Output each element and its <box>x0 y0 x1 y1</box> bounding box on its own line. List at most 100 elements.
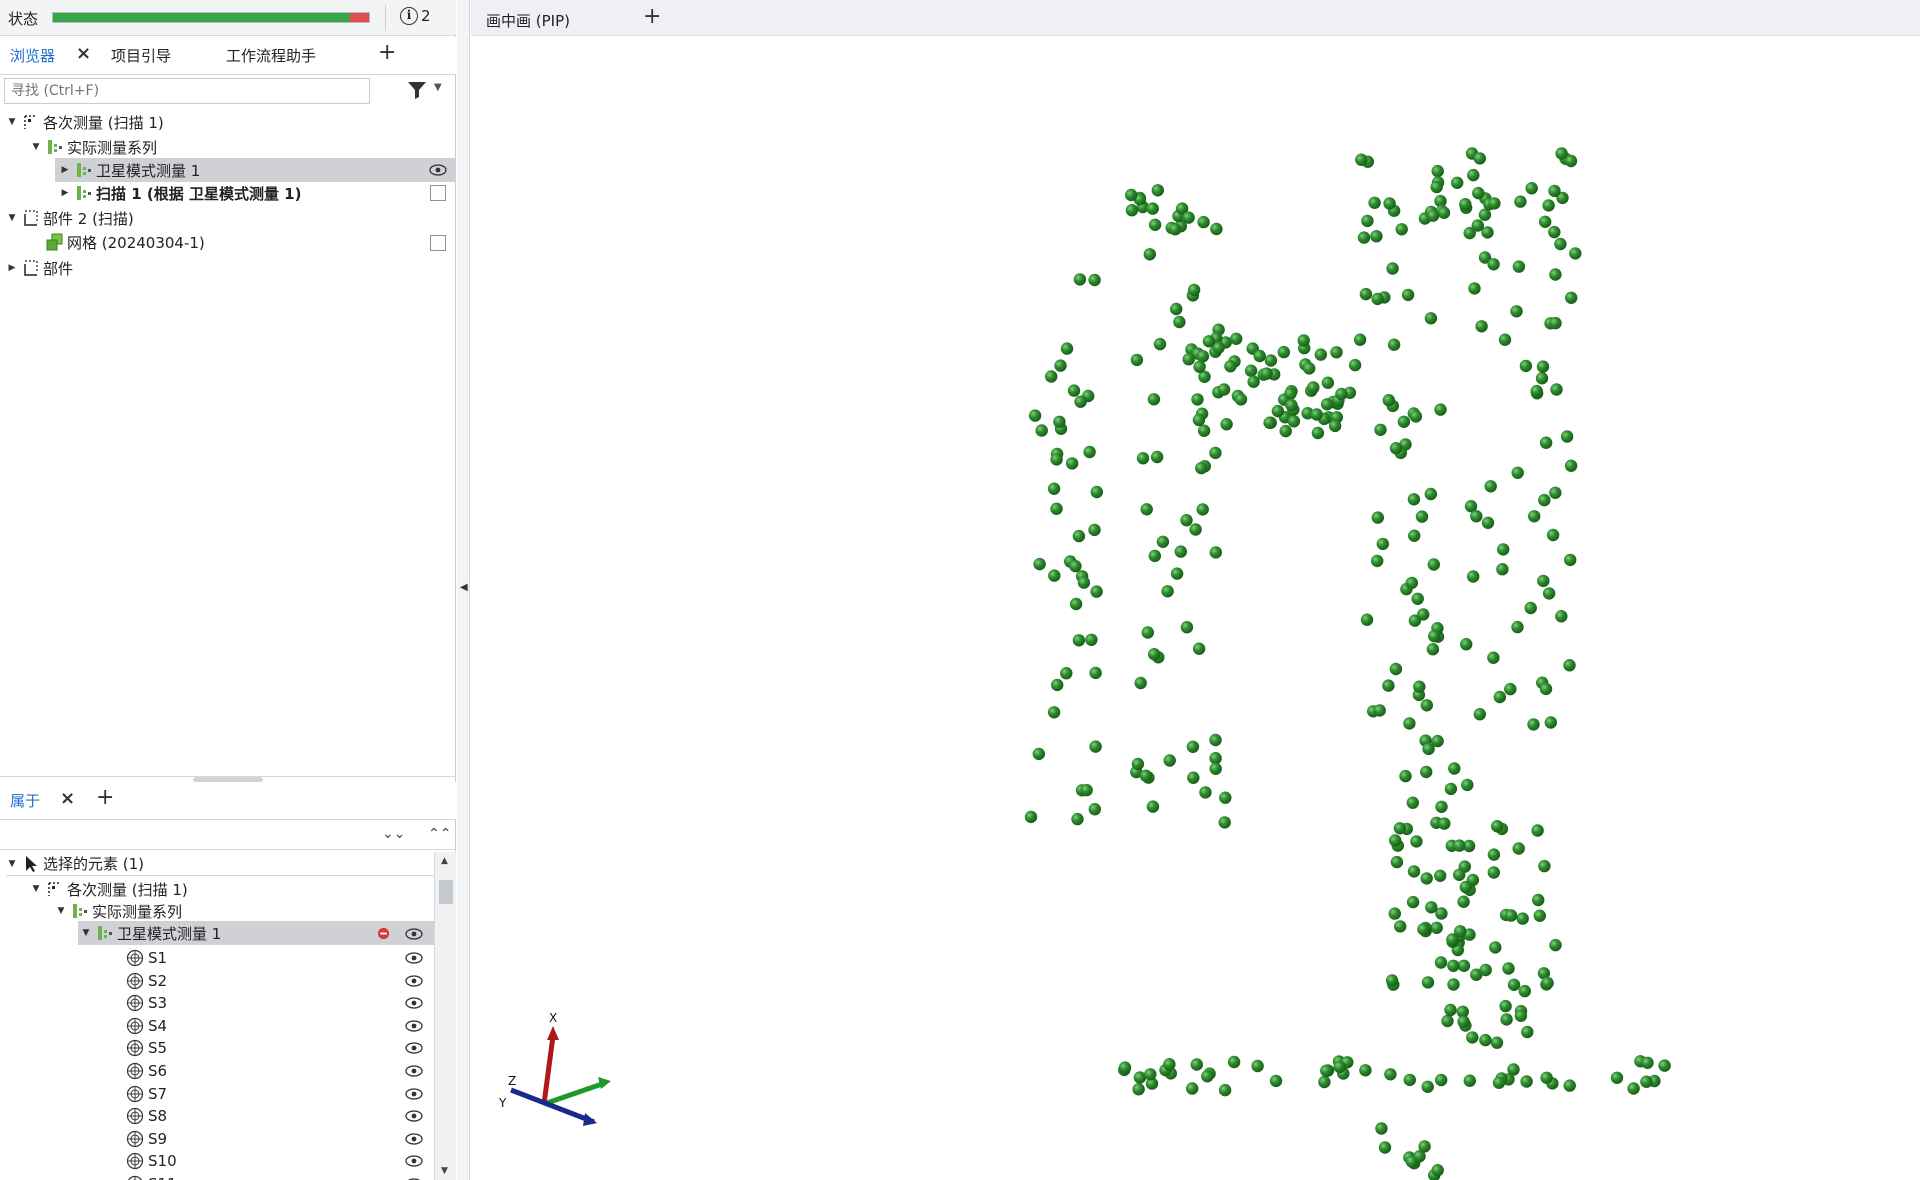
properties-scrollbar[interactable]: ▲ ▼ <box>434 852 456 1180</box>
chevron-down-icon[interactable]: ▼ <box>6 117 18 127</box>
cloud-point <box>1045 370 1058 383</box>
cloud-point <box>1359 1064 1372 1077</box>
tree-item-measurements[interactable]: ▼ 各次测量 (扫描 1) <box>30 877 434 901</box>
series-icon <box>98 926 112 940</box>
point-list-item[interactable]: S4 <box>126 1014 434 1038</box>
cloud-point <box>1511 620 1524 634</box>
eye-icon[interactable] <box>405 997 423 1009</box>
point-list-item[interactable]: S6 <box>126 1059 434 1083</box>
point-list-item[interactable]: S9 <box>126 1127 434 1151</box>
cloud-point <box>1143 248 1156 261</box>
cloud-point <box>1420 765 1433 779</box>
cloud-point <box>1532 893 1545 907</box>
add-tab-icon[interactable]: + <box>96 785 114 810</box>
chevron-down-icon[interactable]: ▼ <box>80 928 92 938</box>
tree-item-measurements[interactable]: ▼ 各次测量 (扫描 1) <box>6 110 456 134</box>
tree-item-mesh[interactable]: 网格 (20240304-1) <box>30 230 456 254</box>
visibility-checkbox[interactable] <box>430 185 446 201</box>
tree-item-part[interactable]: ▶ 部件 <box>6 256 456 280</box>
close-tab-icon[interactable]: × <box>76 43 91 64</box>
chevron-down-icon[interactable]: ▼ <box>6 859 18 869</box>
info-icon: i <box>400 7 418 25</box>
filter-icon[interactable] <box>406 80 428 100</box>
divider <box>385 5 386 31</box>
eye-icon[interactable] <box>429 164 447 176</box>
3d-view[interactable]: 画中画 (PIP) + X Y Z <box>471 0 1920 1180</box>
eye-icon[interactable] <box>405 1087 423 1100</box>
tab-pip[interactable]: 画中画 (PIP) <box>486 10 570 31</box>
add-tab-icon[interactable]: + <box>378 40 396 65</box>
cloud-point <box>1196 503 1209 516</box>
cloud-point <box>1459 880 1472 894</box>
eye-icon[interactable] <box>405 1133 423 1145</box>
y-axis <box>543 1081 603 1107</box>
eye-icon[interactable] <box>405 1155 423 1168</box>
chevron-down-icon[interactable]: ▼ <box>55 906 67 916</box>
eye-icon[interactable] <box>405 952 423 964</box>
cloud-point <box>1386 262 1399 275</box>
point-list-item[interactable]: S8 <box>126 1104 434 1128</box>
tab-properties[interactable]: 属于 <box>10 790 40 811</box>
expand-all-icon[interactable]: ⌄⌄ <box>382 826 405 842</box>
chevron-right-icon[interactable]: ▶ <box>59 188 71 198</box>
cloud-point <box>1502 962 1515 975</box>
scroll-down-icon[interactable]: ▼ <box>441 1166 448 1176</box>
tab-browser[interactable]: 浏览器 <box>10 45 55 66</box>
cloud-point <box>1182 353 1195 366</box>
tree-item-measurement-series[interactable]: ▼ 实际测量系列 <box>55 899 434 923</box>
cloud-point <box>1540 1071 1553 1085</box>
chevron-down-icon[interactable]: ▼ <box>30 884 42 894</box>
tree-item-label: 网格 (20240304-1) <box>67 233 205 252</box>
eye-icon[interactable] <box>405 1065 423 1077</box>
point-list-item[interactable]: S3 <box>126 991 434 1015</box>
remove-icon[interactable] <box>377 927 390 940</box>
tree-item-part-2[interactable]: ▼ 部件 2 (扫描) <box>6 206 456 230</box>
cloud-point <box>1090 585 1103 598</box>
cloud-point <box>1389 442 1403 455</box>
search-input[interactable] <box>4 78 370 104</box>
point-list-item[interactable]: S11 <box>126 1172 434 1180</box>
cloud-point <box>1310 408 1323 421</box>
point-list-item[interactable]: S5 <box>126 1036 434 1060</box>
point-list-item[interactable]: S10 <box>126 1149 434 1173</box>
close-tab-icon[interactable]: × <box>60 788 75 809</box>
eye-icon[interactable] <box>405 1020 423 1032</box>
cloud-point <box>1554 237 1567 251</box>
cloud-point <box>1560 430 1574 443</box>
tree-item-satellite-measurement[interactable]: ▶ 卫星模式测量 1 <box>55 158 456 182</box>
point-cloud-canvas[interactable]: X Y Z <box>471 36 1920 1180</box>
point-list-item[interactable]: S1 <box>126 946 434 970</box>
chevron-right-icon[interactable]: ▶ <box>6 263 18 273</box>
eye-icon[interactable] <box>405 974 423 987</box>
eye-icon[interactable] <box>405 1042 423 1055</box>
chevron-right-icon[interactable]: ▶ <box>59 165 71 175</box>
collapse-all-icon[interactable]: ⌃⌃ <box>428 826 451 842</box>
panel-collapse-splitter[interactable]: ◀ <box>457 0 470 1180</box>
series-icon <box>77 186 91 200</box>
info-button[interactable]: i 2 <box>400 7 431 25</box>
scrollbar-thumb[interactable] <box>439 880 453 904</box>
cloud-point <box>1218 816 1231 829</box>
cloud-point <box>1548 225 1561 239</box>
cloud-point <box>1417 608 1430 621</box>
point-list-item[interactable]: S7 <box>126 1082 434 1106</box>
cloud-point <box>1438 817 1451 830</box>
eye-icon[interactable] <box>405 1110 423 1122</box>
point-list-item[interactable]: S2 <box>126 969 434 993</box>
tree-item-scan[interactable]: ▶ 扫描 1 (根据 卫星模式测量 1) <box>55 181 456 205</box>
chevron-down-icon[interactable]: ▼ <box>30 142 42 152</box>
filter-dropdown-icon[interactable]: ▼ <box>434 82 442 93</box>
tree-item-selected-elements[interactable]: ▼ 选择的元素 (1) <box>6 852 434 876</box>
scroll-up-icon[interactable]: ▲ <box>441 856 448 866</box>
eye-icon[interactable] <box>405 928 423 940</box>
add-view-tab-icon[interactable]: + <box>643 4 661 29</box>
cloud-point <box>1479 1033 1492 1047</box>
visibility-checkbox[interactable] <box>430 235 446 251</box>
tree-item-measurement-series[interactable]: ▼ 实际测量系列 <box>30 135 456 159</box>
tab-project-guide[interactable]: 项目引导 <box>111 45 171 66</box>
chevron-down-icon[interactable]: ▼ <box>6 213 18 223</box>
collapse-left-icon[interactable]: ◀ <box>460 582 468 593</box>
cloud-point <box>1488 197 1501 210</box>
tab-workflow-assistant[interactable]: 工作流程助手 <box>226 45 316 66</box>
cloud-point <box>1490 1036 1504 1049</box>
